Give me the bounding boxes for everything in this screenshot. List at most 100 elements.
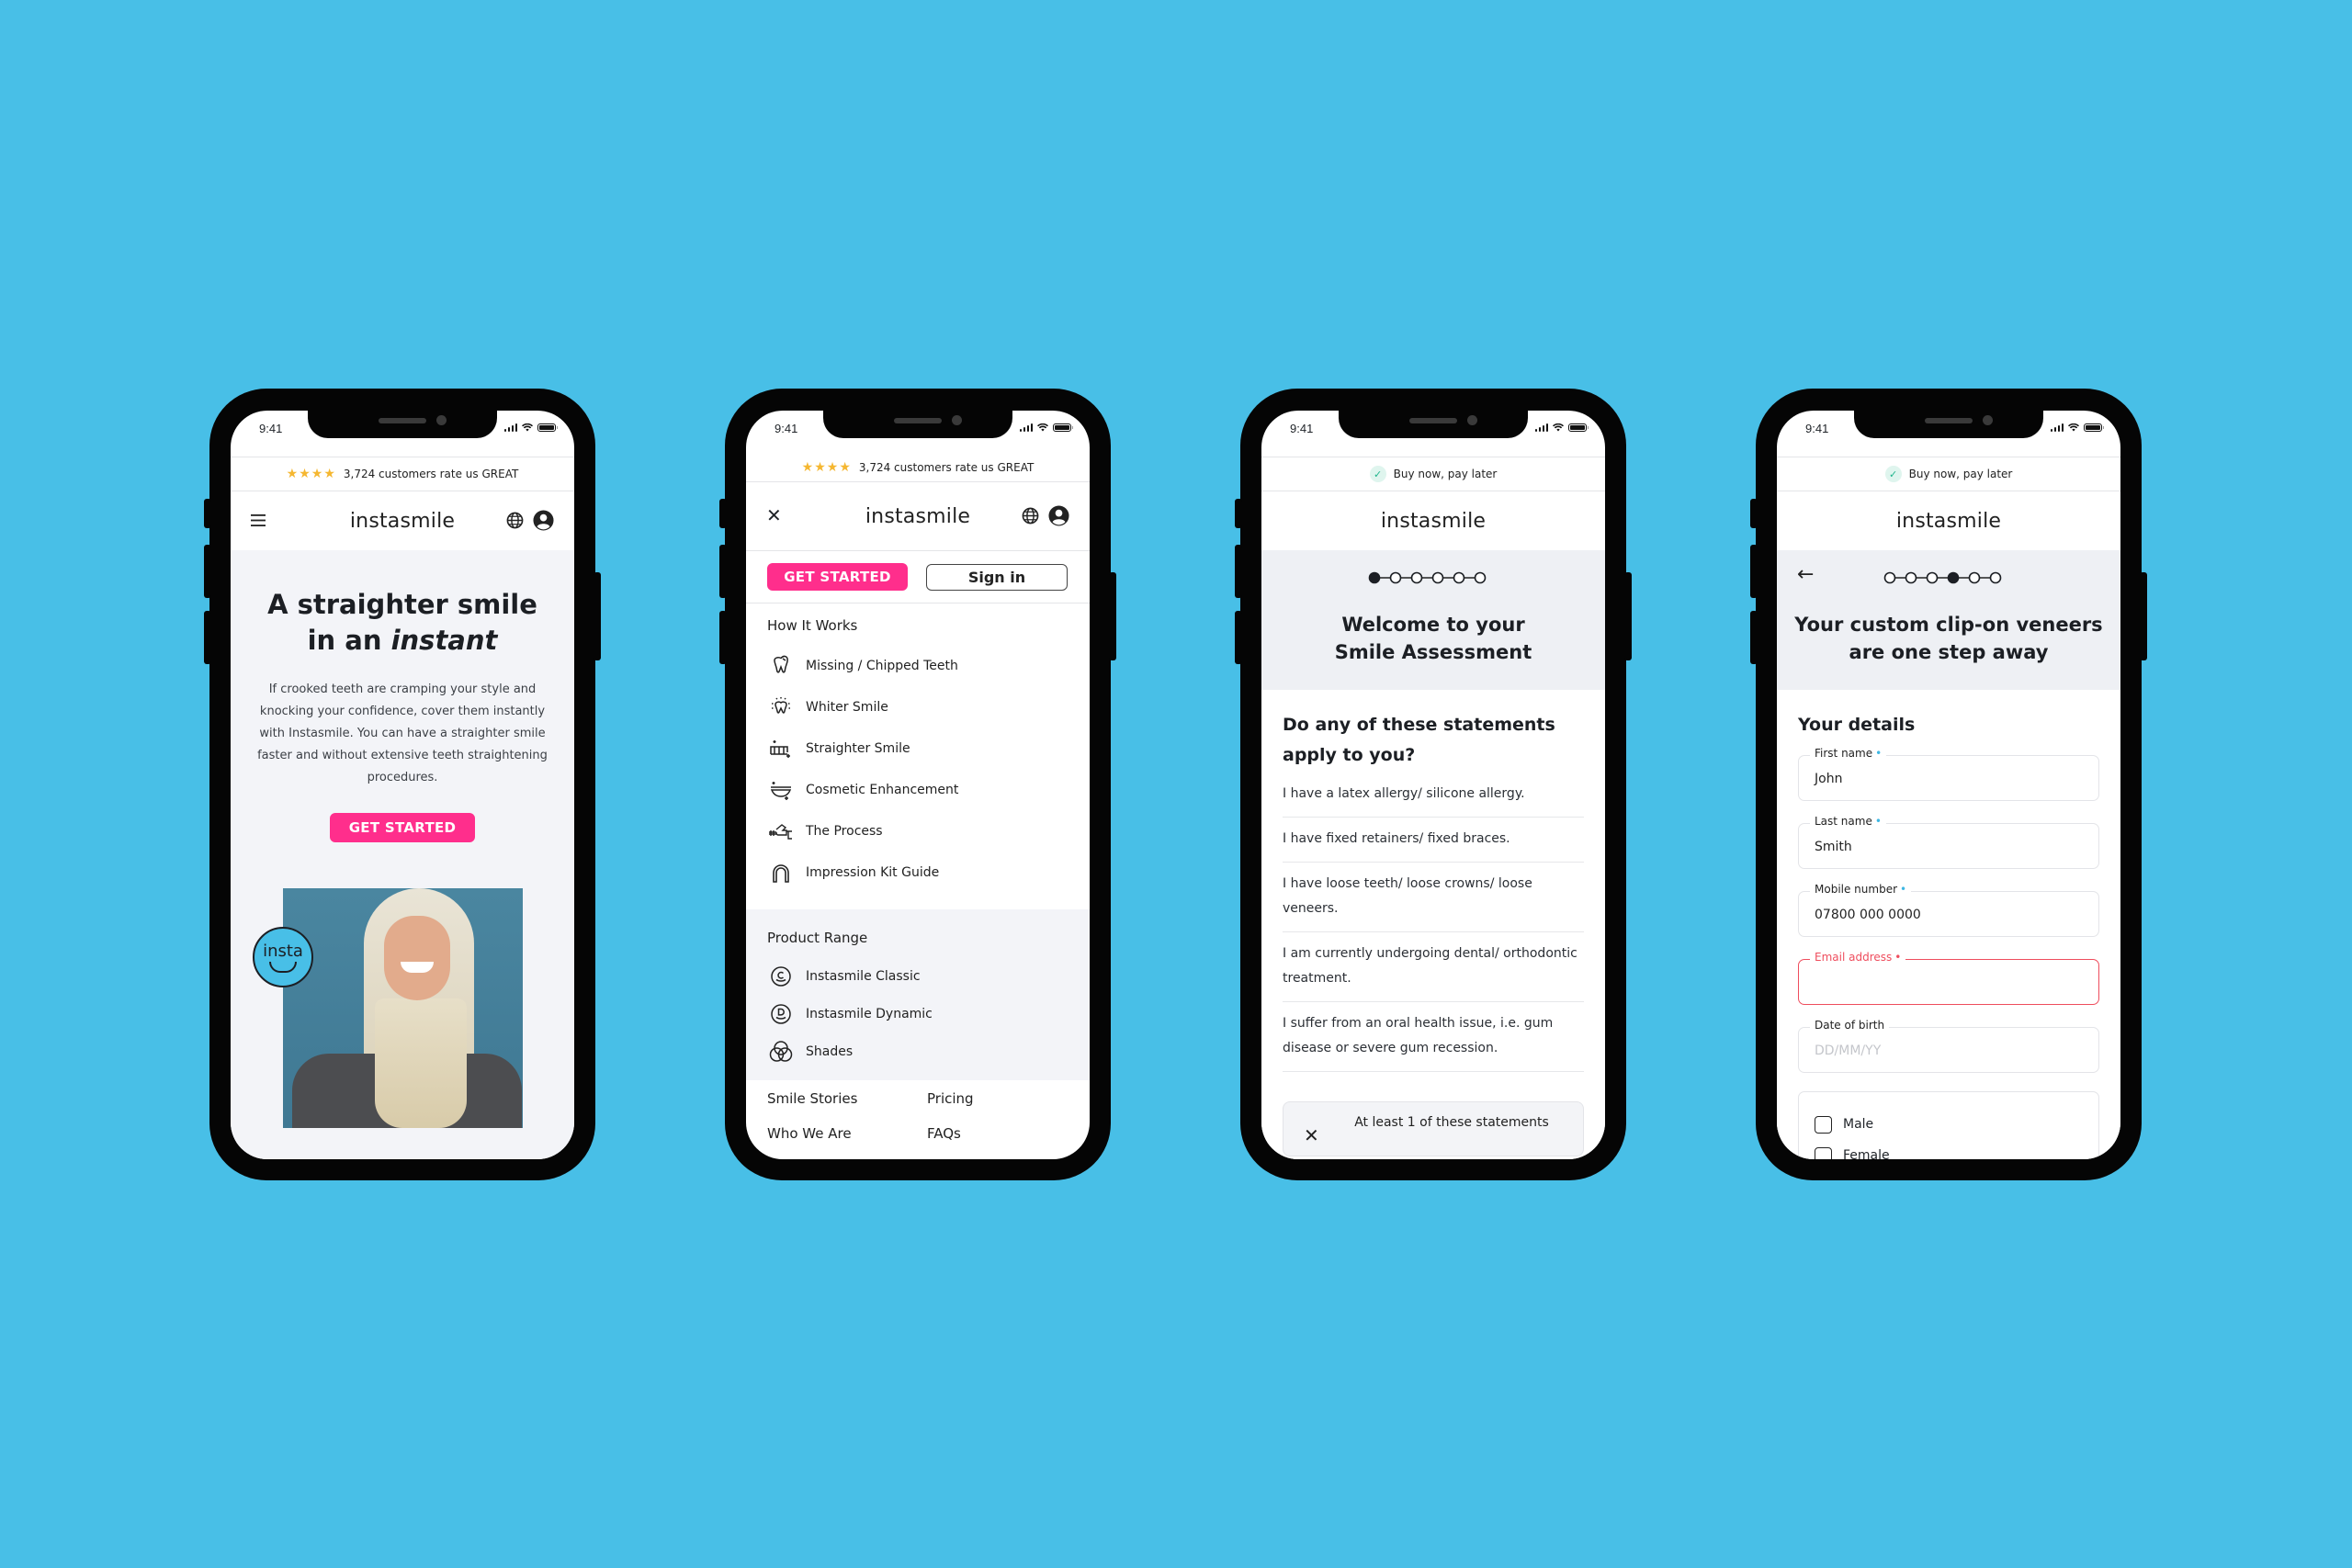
step-dot [1474, 571, 1487, 584]
chipped-tooth-icon [767, 654, 795, 678]
battery-icon [1053, 423, 1073, 432]
link-smile-stories[interactable]: Smile Stories [767, 1090, 927, 1107]
signal-icon [1019, 423, 1033, 432]
sign-in-button[interactable]: Sign in [926, 563, 1068, 591]
date-of-birth-field[interactable]: Date of birth DD/MM/YY [1798, 1019, 2099, 1073]
phone-assessment: 9:41 ✓ Buy now, pay later instasmile Wel… [1235, 389, 1632, 1180]
battery-icon [537, 423, 558, 432]
step-dot-current [1947, 571, 1960, 584]
section-heading: Product Range [767, 930, 868, 946]
answer-option-yes[interactable]: ✕ At least 1 of these statements [1283, 1101, 1584, 1156]
statement-item: I suffer from an oral health issue, i.e.… [1283, 1002, 1584, 1072]
check-icon: ✓ [1369, 466, 1386, 482]
shades-circles-icon [767, 1040, 795, 1064]
step-dot [1431, 571, 1444, 584]
screen: 9:41 ★★★★ 3,724 customers rate us GREAT … [231, 411, 574, 1159]
required-dot-icon: • [1875, 747, 1883, 760]
logo[interactable]: instasmile [1381, 510, 1486, 533]
assessment-header: ← Your custom clip-on veneers are one ste… [1777, 550, 2120, 690]
section-heading: Your details [1798, 715, 1916, 735]
status-time: 9:41 [1805, 422, 1829, 435]
bnpl-text: Buy now, pay later [1908, 468, 2013, 480]
question-card: Do any of these statements apply to you?… [1261, 690, 1605, 1159]
back-arrow-icon[interactable]: ← [1797, 563, 1814, 586]
status-time: 9:41 [775, 422, 798, 435]
step-dot [1883, 571, 1896, 584]
veneer-tray-icon [767, 778, 795, 802]
volume-down-button [204, 611, 211, 664]
menu-item-shades[interactable]: Shades [767, 1032, 1069, 1070]
wifi-icon [1037, 423, 1048, 432]
close-icon[interactable]: ✕ [766, 504, 782, 526]
signal-icon [2050, 423, 2064, 432]
step-dot [1453, 571, 1465, 584]
product-range-section: Product Range Instasmile Classic Instasm… [746, 909, 1090, 1080]
footer-links: Smile Stories Pricing Who We Are FAQs [767, 1090, 1069, 1142]
email-address-field[interactable]: Email address • [1798, 951, 2099, 1005]
step-dot [1389, 571, 1402, 584]
hamburger-icon[interactable] [251, 512, 266, 531]
screen: 9:41 ★★★★ 3,724 customers rate us GREAT … [746, 411, 1090, 1159]
link-pricing[interactable]: Pricing [927, 1090, 1069, 1107]
checkbox[interactable] [1815, 1115, 1832, 1134]
account-icon[interactable] [533, 510, 554, 531]
logo[interactable]: instasmile [1896, 510, 2001, 533]
bnpl-bar: ✓ Buy now, pay later [1261, 457, 1605, 491]
last-name-field[interactable]: Last name • Smith [1798, 815, 2099, 869]
get-started-button[interactable]: GET STARTED [329, 813, 476, 842]
menu-item-instasmile-dynamic[interactable]: Instasmile Dynamic [767, 995, 1069, 1032]
link-faqs[interactable]: FAQs [927, 1125, 1069, 1142]
status-time: 9:41 [259, 422, 283, 435]
mute-switch [204, 499, 211, 528]
hero-title: A straighter smile in an instant [267, 589, 537, 656]
notch [308, 411, 497, 438]
dynamic-d-icon [767, 1002, 795, 1026]
signal-icon [1534, 423, 1548, 432]
menu-item-the-process[interactable]: The Process [767, 810, 1069, 852]
sparkling-tooth-icon [767, 695, 795, 719]
details-form: Your details First name • John Last name •… [1777, 690, 2120, 1159]
step-dot-current [1368, 571, 1381, 584]
globe-icon[interactable] [506, 512, 524, 529]
get-started-button[interactable]: GET STARTED [767, 563, 908, 591]
notch [1854, 411, 2043, 438]
menu-item-straighter-smile[interactable]: Straighter Smile [767, 728, 1069, 769]
wifi-icon [2068, 423, 2079, 432]
close-icon: ✕ [1304, 1124, 1319, 1146]
hero-section: A straighter smile in an instant If croo… [231, 550, 574, 1159]
impression-arch-icon [767, 861, 795, 885]
required-dot-icon: • [1874, 815, 1882, 828]
wifi-icon [522, 423, 533, 432]
hero-photo [283, 888, 523, 1128]
link-who-we-are[interactable]: Who We Are [767, 1125, 927, 1142]
hand-kit-icon [767, 819, 795, 843]
menu-item-cosmetic-enhancement[interactable]: Cosmetic Enhancement [767, 769, 1069, 810]
menu-item-impression-kit-guide[interactable]: Impression Kit Guide [767, 852, 1069, 893]
phone-home: 9:41 ★★★★ 3,724 customers rate us GREAT … [204, 389, 601, 1180]
checkbox[interactable] [1815, 1146, 1832, 1159]
rating-bar: ★★★★ 3,724 customers rate us GREAT [231, 457, 574, 491]
step-dot [1926, 571, 1939, 584]
step-dot [1905, 571, 1917, 584]
progress-stepper [1368, 571, 1487, 584]
site-header: instasmile [231, 491, 574, 550]
menu-item-instasmile-classic[interactable]: Instasmile Classic [767, 957, 1069, 995]
gender-option-male[interactable]: Male [1815, 1109, 2083, 1140]
rating-bar: ★★★★ 3,724 customers rate us GREAT [746, 453, 1090, 482]
power-button [594, 572, 601, 660]
globe-icon[interactable] [1022, 507, 1039, 525]
gender-option-female[interactable]: Female [1815, 1140, 2083, 1159]
menu-item-whiter-smile[interactable]: Whiter Smile [767, 686, 1069, 728]
required-dot-icon: • [1900, 883, 1907, 896]
rating-text: 3,724 customers rate us GREAT [343, 468, 519, 480]
menu-item-missing-chipped-teeth[interactable]: Missing / Chipped Teeth [767, 645, 1069, 686]
account-icon[interactable] [1048, 505, 1069, 526]
notch [823, 411, 1012, 438]
menu-cta-row: GET STARTED Sign in [746, 550, 1090, 604]
logo[interactable]: instasmile [350, 510, 455, 533]
logo[interactable]: instasmile [865, 505, 970, 528]
statement-item: I am currently undergoing dental/ orthod… [1283, 932, 1584, 1002]
first-name-field[interactable]: First name • John [1798, 747, 2099, 801]
statement-item: I have loose teeth/ loose crowns/ loose … [1283, 863, 1584, 932]
mobile-number-field[interactable]: Mobile number • 07800 000 0000 [1798, 883, 2099, 937]
